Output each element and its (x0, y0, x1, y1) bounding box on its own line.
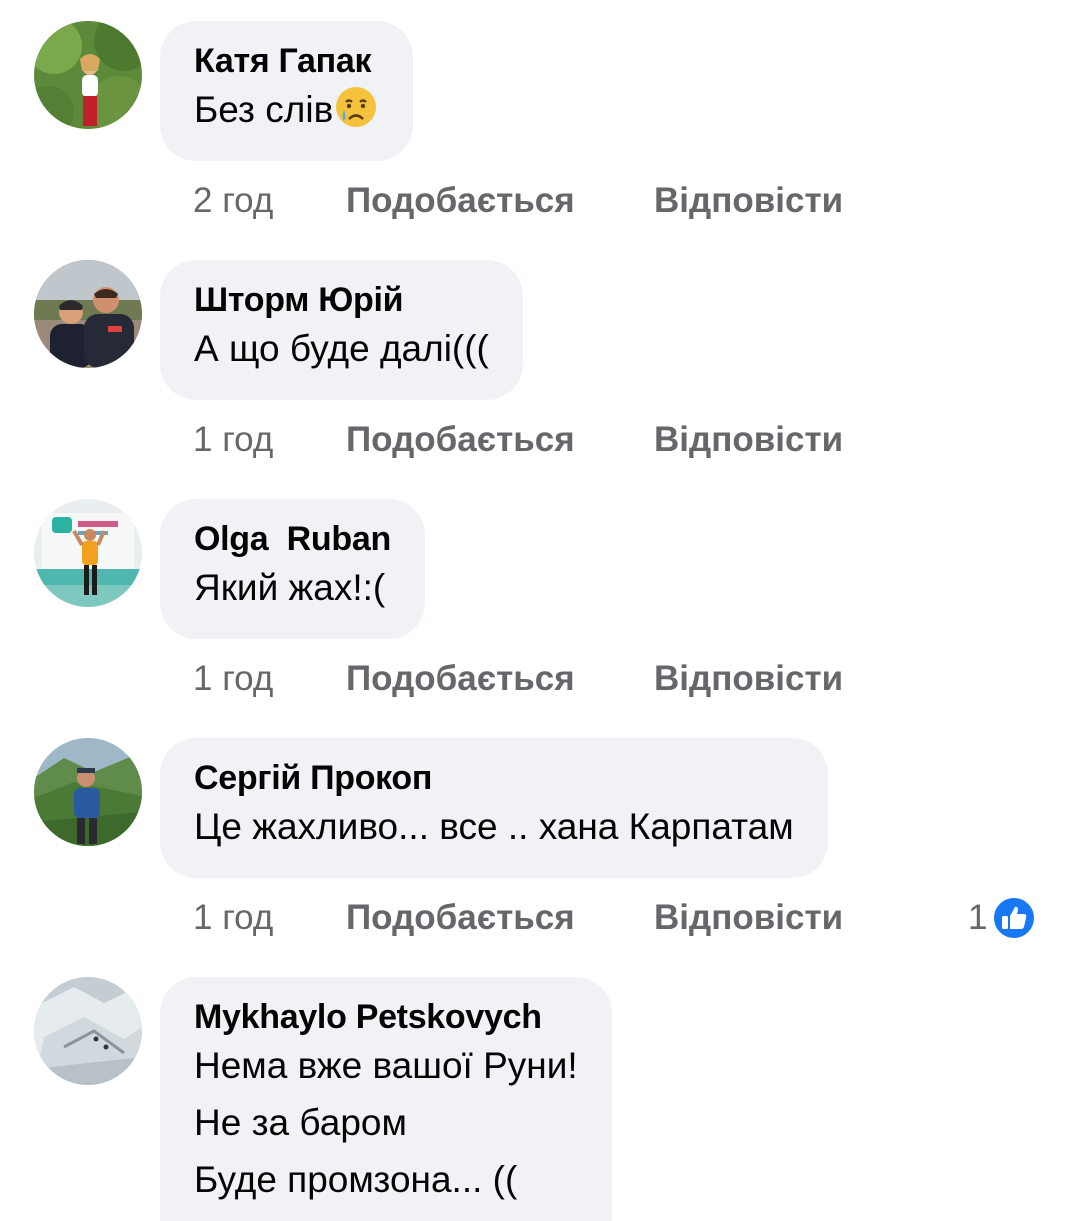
reply-button[interactable]: Відповісти (654, 657, 843, 701)
comment-text: А що буде далі((( (194, 320, 489, 377)
comment-bubble: Сергій Прокоп Це жахливо... все .. хана … (160, 738, 828, 878)
comment-author[interactable]: Катя Гапак (194, 41, 379, 81)
avatar[interactable] (34, 260, 142, 368)
reply-button[interactable]: Відповісти (654, 179, 843, 223)
comment-author[interactable]: Mykhaylo Petskovych (194, 997, 578, 1037)
avatar[interactable] (34, 738, 142, 846)
comment-bubble: Катя Гапак Без слів (160, 21, 414, 161)
comment-text-line: Без слів (194, 89, 334, 130)
like-button[interactable]: Подобається (346, 418, 575, 462)
comments-feed: Катя Гапак Без слів 2 год Подобається Ві… (0, 0, 1080, 1221)
comment-text: Це жахливо... все .. хана Карпатам (194, 798, 794, 855)
comment-bubble: Mykhaylo Petskovych Нема вже вашої Руни!… (160, 977, 612, 1221)
comment-text-line: Буде промзона... (( (194, 1159, 518, 1200)
comment-text: Без слів (194, 81, 379, 138)
reply-button[interactable]: Відповісти (654, 896, 843, 940)
comment-timestamp[interactable]: 2 год (193, 179, 273, 223)
avatar[interactable] (34, 977, 142, 1085)
comment-timestamp[interactable]: 1 год (193, 896, 273, 940)
comment-text: Який жах!:( (194, 559, 391, 616)
comment-timestamp[interactable]: 1 год (193, 657, 273, 701)
comment-author[interactable]: Olga Ruban (194, 519, 391, 559)
comment-text-line: А що буде далі((( (194, 328, 489, 369)
comment-bubble: Шторм Юрій А що буде далі((( (160, 260, 523, 400)
comment-author[interactable]: Сергій Прокоп (194, 758, 794, 798)
like-icon (992, 896, 1037, 940)
comment-text-line: Це жахливо... все .. хана Карпатам (194, 806, 794, 847)
avatar[interactable] (34, 499, 142, 607)
like-button[interactable]: Подобається (346, 657, 575, 701)
like-button[interactable]: Подобається (346, 179, 575, 223)
comment-text-line: Який жах!:( (194, 567, 386, 608)
reaction-count: 1 (968, 898, 988, 937)
comment-timestamp[interactable]: 1 год (193, 418, 273, 462)
avatar[interactable] (34, 21, 142, 129)
reaction-summary[interactable]: 1 (968, 894, 1037, 942)
like-button[interactable]: Подобається (346, 896, 575, 940)
reply-button[interactable]: Відповісти (654, 418, 843, 462)
crying-face-emoji (336, 87, 377, 127)
comment-text: Нема вже вашої Руни! Не за баром Буде пр… (194, 1037, 578, 1208)
comment-text-line: Не за баром (194, 1102, 407, 1143)
comment-text-line: Нема вже вашої Руни! (194, 1045, 578, 1086)
comment-author[interactable]: Шторм Юрій (194, 280, 489, 320)
comment-bubble: Olga Ruban Який жах!:( (160, 499, 425, 639)
